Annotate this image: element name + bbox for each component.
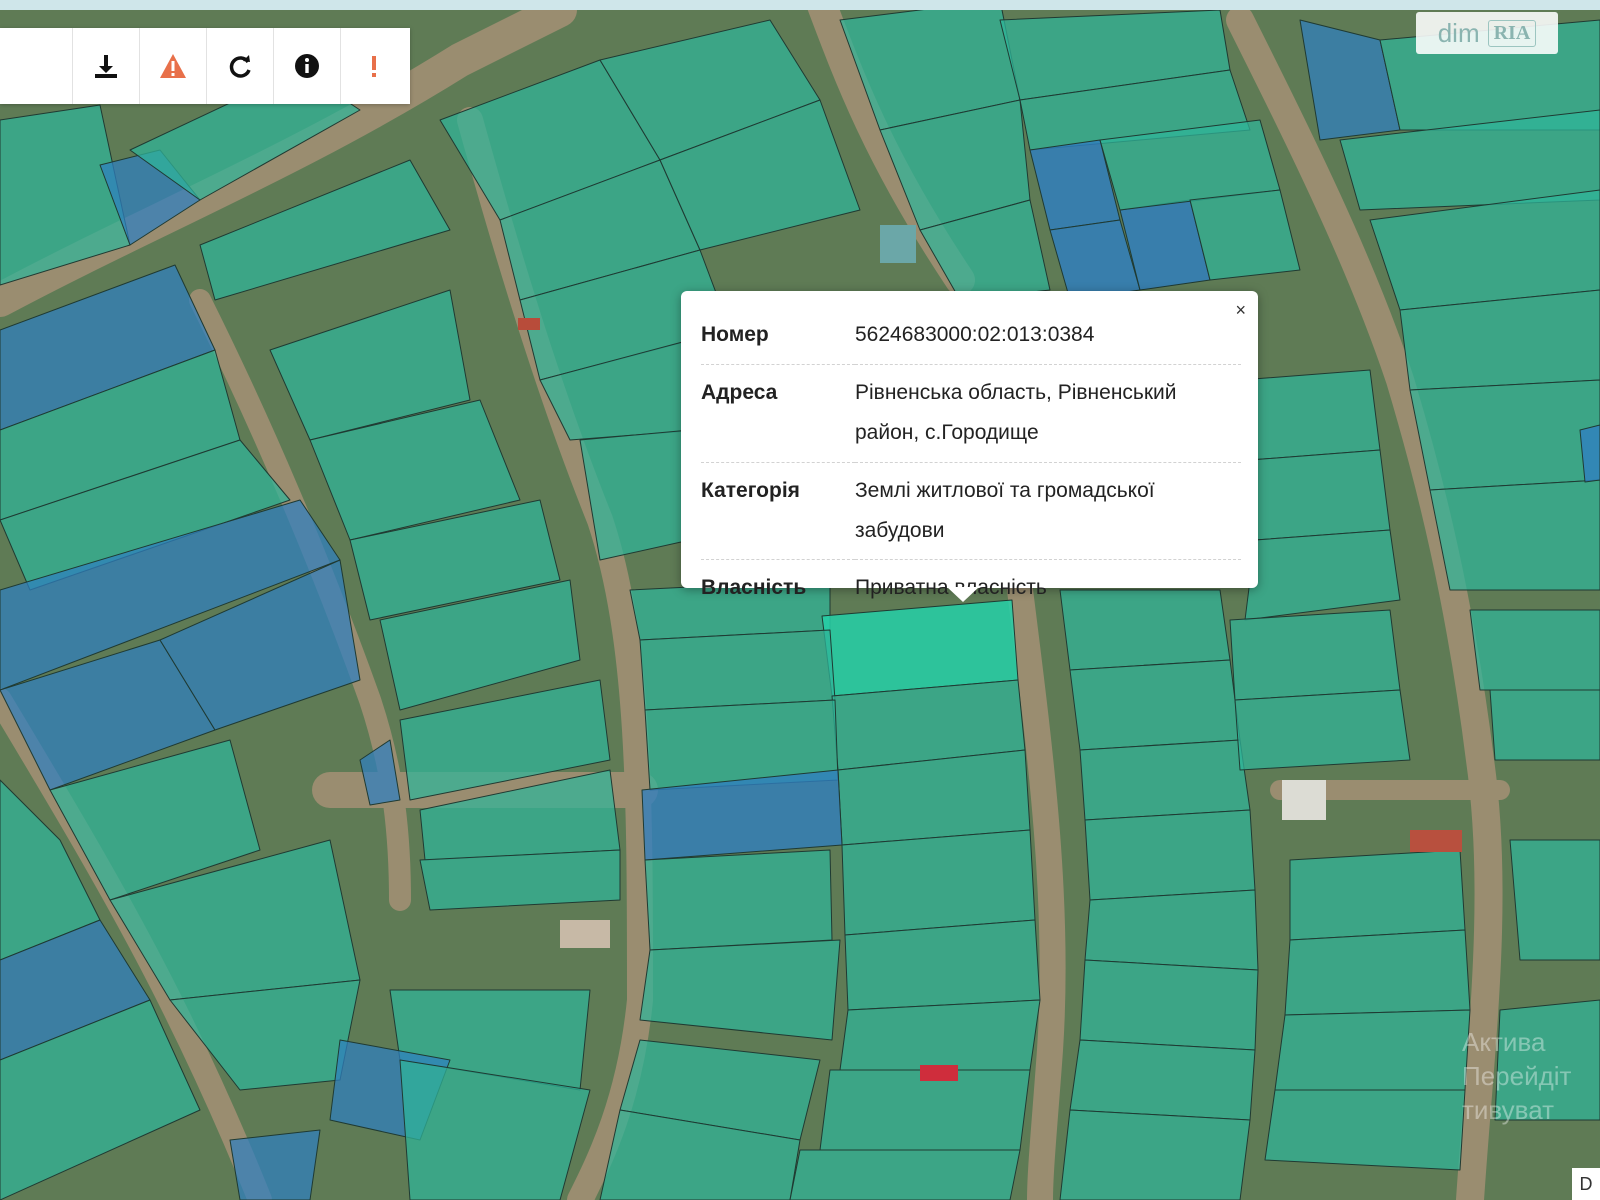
parcel: [1079, 959, 1259, 1051]
map-attribution[interactable]: D: [1572, 1168, 1600, 1200]
parcel: [1469, 609, 1600, 691]
parcel: [639, 629, 836, 711]
download-icon: [95, 55, 117, 78]
parcel: [1084, 889, 1259, 971]
parcel: [1264, 1089, 1466, 1171]
warning-icon: [160, 54, 186, 78]
refresh-icon: [229, 55, 251, 78]
parcel: [1069, 659, 1241, 751]
dim-ria-watermark: dim RIA: [1416, 12, 1558, 54]
parcel: [819, 1069, 1031, 1151]
row-key-ownership: Власність: [701, 559, 855, 618]
download-button[interactable]: [72, 28, 139, 104]
exclamation-icon: [372, 56, 376, 77]
parcel: [789, 1149, 1021, 1200]
row-value-number: 5624683000:02:013:0384: [855, 323, 1095, 346]
info-button[interactable]: [273, 28, 340, 104]
parcel: [844, 919, 1041, 1011]
overlay-line: тивуват: [1462, 1095, 1554, 1125]
parcel: [1289, 849, 1466, 941]
parcel: [1189, 189, 1301, 281]
parcel: [1249, 449, 1391, 541]
row-value-address: Рівненська область, Рівненський район, с…: [855, 363, 1241, 463]
parcel: [1284, 929, 1471, 1016]
popup-pointer: [947, 587, 979, 602]
watermark-dim-text: dim: [1437, 17, 1480, 48]
parcel: [1274, 1009, 1471, 1091]
row-value-category: Землі житлової та громадської забудови: [855, 461, 1241, 560]
map-toolbar: [0, 28, 410, 104]
parcel: [841, 829, 1036, 936]
parcel: [1084, 809, 1256, 901]
row-key-number: Номер: [701, 323, 769, 346]
parcel-info-popup: × Номер 5624683000:02:013:0384 Адреса Рі…: [681, 291, 1258, 618]
parcel: [644, 849, 833, 951]
table-row: Адреса Рівненська область, Рівненський р…: [701, 363, 1241, 463]
table-row: Категорія Землі житлової та громадської …: [701, 461, 1241, 560]
warning-button[interactable]: [139, 28, 206, 104]
overlay-line: Актива: [1462, 1027, 1546, 1057]
top-bar: [0, 0, 1600, 10]
watermark-ria-logo: RIA: [1487, 19, 1537, 47]
parcel: [1489, 689, 1600, 761]
activate-windows-overlay: Актива Перейдіт тивуват: [1462, 1025, 1571, 1127]
parcel: [839, 999, 1041, 1071]
parcel-info-table: Номер 5624683000:02:013:0384 Адреса Рівн…: [701, 307, 1241, 618]
overlay-line: Перейдіт: [1462, 1061, 1572, 1091]
parcel: [1079, 739, 1251, 821]
parcel: [1059, 1109, 1251, 1200]
refresh-button[interactable]: [206, 28, 273, 104]
report-button[interactable]: [340, 28, 407, 104]
parcel: [1229, 609, 1401, 701]
row-key-address: Адреса: [701, 363, 855, 463]
parcel: [1429, 479, 1600, 591]
table-row: Номер 5624683000:02:013:0384: [701, 307, 1241, 364]
parcel: [1239, 369, 1381, 461]
info-icon: [295, 54, 319, 78]
parcel: [1509, 839, 1600, 961]
parcel: [1234, 689, 1411, 771]
parcel: [1409, 379, 1600, 491]
parcel: [1069, 1039, 1256, 1121]
row-key-category: Категорія: [701, 461, 855, 560]
parcel: [229, 1129, 321, 1200]
parcel: [579, 429, 691, 561]
parcel: [419, 849, 621, 911]
row-value-ownership: Приватна власність: [855, 559, 1241, 618]
